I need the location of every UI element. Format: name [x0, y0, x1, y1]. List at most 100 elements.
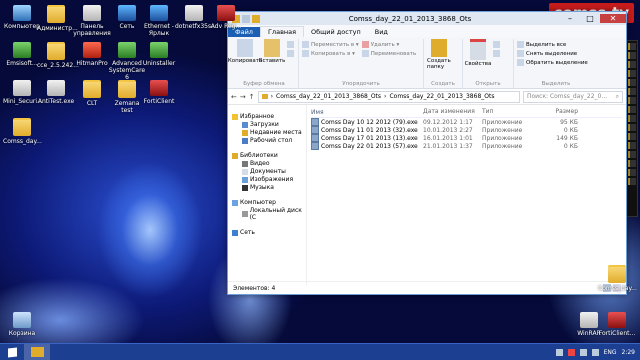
file-list-header: Имя Дата изменения Тип Размер	[311, 108, 622, 118]
file-name-cell: Comss Day 11 01 2013 (32).exe	[311, 126, 423, 134]
close-button[interactable]: ✕	[600, 14, 626, 23]
move-to-label: Переместить в ▾	[311, 41, 359, 48]
desktop-icon-bin[interactable]: Корзина	[3, 312, 41, 337]
nav-network[interactable]: Сеть	[232, 229, 306, 236]
nav-item-pictures[interactable]: Изображения	[242, 176, 306, 183]
nav-item-video[interactable]: Видео	[242, 160, 306, 167]
tab-item[interactable]: Вид	[368, 27, 395, 37]
desktop-icon-net[interactable]: Ethernet - Ярлык	[140, 5, 178, 37]
navigation-pane[interactable]: Избранное Загрузки Недавние места Рабочи…	[228, 105, 307, 285]
tray-icon[interactable]	[567, 348, 575, 356]
status-bar: Элементов: 4	[228, 281, 626, 294]
window-title: Comss_day_22_01_2013_3868_Ots	[348, 14, 472, 23]
nav-item-downloads[interactable]: Загрузки	[242, 121, 306, 128]
column-type[interactable]: Тип	[482, 108, 526, 117]
select-all-label: Выделить все	[526, 41, 567, 48]
search-icon[interactable]: ⌕	[616, 93, 619, 101]
breadcrumb-item[interactable]: Comss_day_22_01_2013_3868_Ots	[276, 93, 381, 100]
move-to-button[interactable]: Переместить в ▾	[302, 41, 359, 48]
open-icon[interactable]	[493, 41, 500, 48]
start-button[interactable]	[0, 344, 24, 360]
forward-button[interactable]: →	[240, 93, 246, 101]
windows-icon	[7, 347, 17, 357]
copy-to-button[interactable]: Копировать в ▾	[302, 50, 359, 57]
select-all-button[interactable]: Выделить все	[517, 41, 588, 48]
taskbar-explorer[interactable]	[24, 344, 50, 360]
desktop-icon-folder[interactable]: Comss_day...	[598, 265, 637, 292]
nav-computer[interactable]: Компьютер	[232, 199, 306, 206]
file-type: Приложение	[482, 134, 523, 142]
desktop-icon-app[interactable]: AntiTest.exe	[37, 80, 75, 105]
title-bar[interactable]: Comss_day_22_01_2013_3868_Ots – □ ✕	[228, 12, 626, 25]
column-name[interactable]: Имя	[311, 108, 423, 117]
breadcrumb-item[interactable]: Comss_day_22_01_2013_3868_Ots	[389, 93, 494, 100]
new-folder-icon[interactable]	[252, 14, 260, 23]
copy-path-icon[interactable]	[287, 50, 294, 57]
invert-selection-label: Обратить выделение	[526, 59, 588, 66]
explorer-window[interactable]: Comss_day_22_01_2013_3868_Ots – □ ✕ Файл…	[227, 11, 627, 295]
nav-favorites[interactable]: Избранное	[232, 113, 306, 120]
table-row[interactable]: Comss Day 10 12 2012 (79).exe 09.12.2012 …	[311, 118, 622, 126]
history-icon[interactable]	[493, 50, 500, 57]
nav-item-music[interactable]: Музыка	[242, 184, 306, 191]
delete-button[interactable]: Удалить ▾	[361, 41, 417, 48]
search-box[interactable]: Поиск: Comss_day_22_0... ⌕	[523, 90, 623, 103]
column-date[interactable]: Дата изменения	[423, 108, 482, 117]
maximize-button[interactable]: □	[580, 14, 600, 23]
breadcrumb-separator: ›	[270, 93, 274, 100]
pc-icon	[13, 5, 31, 21]
properties-label: Свойства	[464, 61, 492, 67]
desktop-icon-folder[interactable]: cce_2.5.242...	[37, 42, 79, 69]
nav-item-local-disk[interactable]: Локальный диск (C	[242, 207, 306, 221]
file-name-cell: Comss Day 17 01 2013 (13).exe	[311, 134, 423, 142]
hit-icon	[83, 42, 101, 58]
table-row[interactable]: Comss Day 11 01 2013 (32).exe 10.01.2013 …	[311, 126, 622, 134]
open-group-label: Открыть	[475, 81, 501, 87]
table-row[interactable]: Comss Day 17 01 2013 (13).exe 16.01.2013 …	[311, 134, 622, 142]
language-indicator[interactable]: ENG	[604, 349, 617, 356]
tray-icon[interactable]	[555, 348, 563, 356]
desktop-icon-red[interactable]: Adv Reg...	[207, 5, 245, 30]
copy-label: Копировать	[227, 58, 263, 64]
back-button[interactable]: ←	[231, 93, 237, 101]
folder-icon	[261, 94, 268, 99]
desktop-icon-pc[interactable]: Компьютер	[3, 5, 41, 30]
table-row[interactable]: Comss Day 22 01 2013 (57).exe 21.01.2013 …	[311, 142, 622, 150]
nav-item-recent[interactable]: Недавние места	[242, 129, 306, 136]
desktop-icon-shield[interactable]: Emsisoft...	[3, 42, 41, 67]
desktop-icon-app[interactable]: Mini_Securi...	[3, 80, 43, 105]
desktop-icon-label: Ethernet - Ярлык	[144, 23, 174, 37]
invert-selection-button[interactable]: Обратить выделение	[517, 59, 588, 66]
desktop-icon-shield[interactable]: Uninstaller	[140, 42, 178, 67]
nav-item-documents[interactable]: Документы	[242, 168, 306, 175]
file-list[interactable]: Имя Дата изменения Тип Размер Comss Day …	[307, 105, 626, 285]
rename-button[interactable]: Переименовать	[361, 50, 416, 57]
desktop-icon-hit[interactable]: HitmanPro	[73, 42, 111, 67]
column-size[interactable]: Размер	[526, 108, 578, 117]
minimize-button[interactable]: –	[560, 14, 580, 23]
desktop-icon-folder[interactable]: CLT	[73, 80, 111, 107]
network-icon[interactable]	[579, 348, 587, 356]
desktop-icon-app[interactable]: Панель управления	[73, 5, 111, 37]
file-type: Приложение	[482, 126, 523, 134]
recent-places-icon	[242, 129, 248, 136]
sidebar-gadget[interactable]	[626, 40, 638, 217]
volume-icon[interactable]	[591, 348, 599, 356]
clock[interactable]: 2:29	[622, 349, 635, 356]
desktop-icon-red[interactable]: FortiClient...	[598, 312, 636, 337]
nav-item-desktop[interactable]: Рабочий стол	[242, 137, 306, 144]
desktop-icon-label: AntiTest.exe	[37, 98, 75, 105]
tab-active[interactable]: Главная	[259, 26, 305, 37]
select-none-button[interactable]: Снять выделение	[517, 50, 588, 57]
nav-item-label: Видео	[250, 160, 270, 167]
nav-libraries[interactable]: Библиотеки	[232, 152, 306, 159]
desktop-icon-folder[interactable]: Comss_day...	[3, 118, 42, 145]
tab-item[interactable]: Общий доступ	[304, 27, 368, 37]
cut-icon[interactable]	[287, 41, 294, 48]
desktop-icon-red[interactable]: FortiClient	[140, 80, 178, 105]
up-button[interactable]: ↑	[249, 93, 255, 101]
desktop-icon-folder[interactable]: Администр...	[37, 5, 78, 32]
address-bar[interactable]: › Comss_day_22_01_2013_3868_Ots › Comss_…	[257, 90, 520, 103]
search-input[interactable]: Поиск: Comss_day_22_0...	[527, 93, 607, 100]
nav-item-label: Локальный диск (C	[249, 207, 302, 221]
